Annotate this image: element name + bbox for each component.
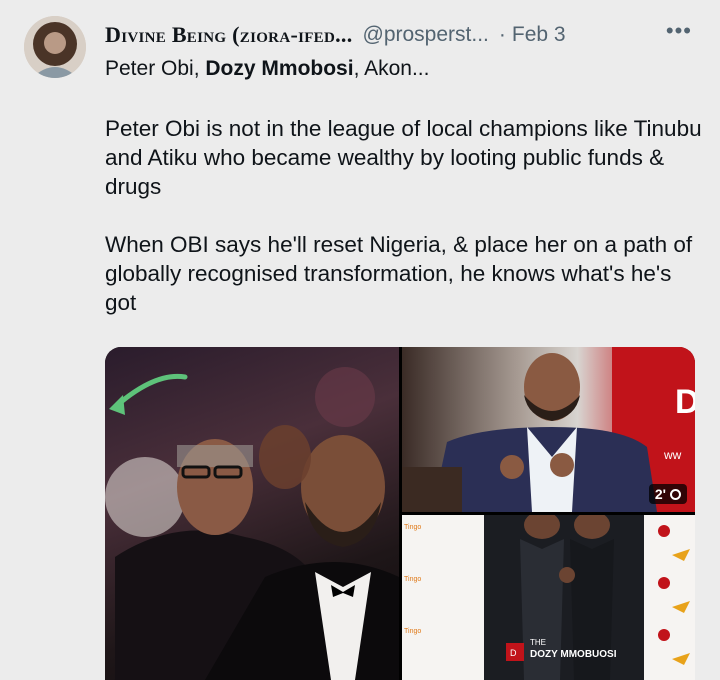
replying-to: Peter Obi, Dozy Mmobosi, Akon... bbox=[105, 57, 429, 81]
banner-logo-line1: THE bbox=[530, 638, 546, 647]
reply-mention-1[interactable]: Peter Obi, bbox=[105, 57, 205, 80]
backdrop-letter: D bbox=[675, 383, 695, 421]
video-thumbnail-interview[interactable]: D ww 2' bbox=[402, 347, 695, 512]
backdrop-partial-text: ww bbox=[663, 448, 682, 462]
svg-text:D: D bbox=[510, 648, 517, 658]
separator-dot: · bbox=[498, 23, 506, 46]
user-handle[interactable]: @prosperst... bbox=[363, 23, 489, 47]
banner-logo: DOZY MMOBUOSI bbox=[530, 649, 617, 660]
media-grid: D ww 2' Tingo Tingo Tingo D THE DOZY MMO… bbox=[105, 347, 695, 680]
reply-mention-highlight[interactable]: Dozy Mmobosi bbox=[205, 57, 353, 80]
video-duration-badge: 2' bbox=[648, 484, 687, 504]
display-name[interactable]: Divine Being (ziora-ifed... bbox=[105, 22, 353, 48]
video-duration: 2' bbox=[654, 486, 666, 502]
tweet-paragraph: When OBI says he'll reset Nigeria, & pla… bbox=[105, 232, 693, 315]
banner-brand: Tingo bbox=[404, 576, 421, 583]
photo-foundation-event[interactable]: Tingo Tingo Tingo D THE DOZY MMOBUOSI bbox=[402, 515, 695, 680]
tweet-text: Peter Obi is not in the league of local … bbox=[105, 114, 705, 346]
banner-brand: Tingo bbox=[404, 524, 421, 531]
tweet-date[interactable]: Feb 3 bbox=[512, 23, 566, 47]
tweet-header: Divine Being (ziora-ifed... @prosperst..… bbox=[105, 18, 692, 50]
banner-brand: Tingo bbox=[404, 628, 421, 635]
more-options-icon[interactable]: ••• bbox=[666, 18, 692, 44]
clock-icon bbox=[670, 488, 681, 500]
reply-mention-rest[interactable]: , Akon... bbox=[354, 57, 430, 80]
tweet-paragraph: Peter Obi is not in the league of local … bbox=[105, 116, 702, 199]
avatar[interactable] bbox=[24, 16, 86, 78]
photo-event-dinner[interactable] bbox=[105, 347, 399, 680]
